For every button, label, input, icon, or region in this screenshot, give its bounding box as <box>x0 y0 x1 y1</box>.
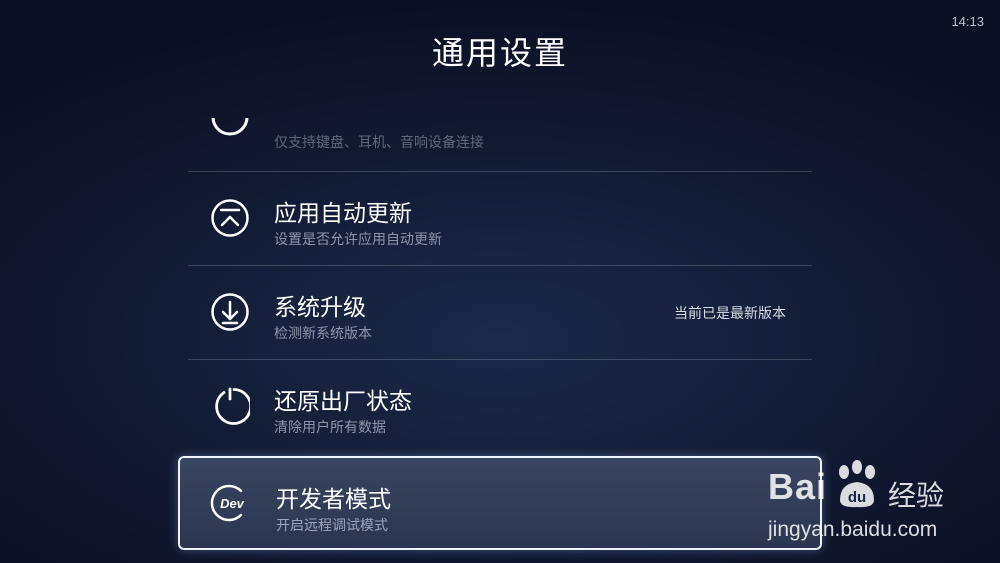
settings-item-device-connect[interactable]: 仅支持键盘、耳机、音响设备连接 <box>188 118 812 171</box>
settings-item-factory-reset[interactable]: 还原出厂状态 清除用户所有数据 <box>188 359 812 453</box>
watermark-logo: Bai <box>768 466 828 507</box>
settings-item-description: 清除用户所有数据 <box>274 420 386 436</box>
settings-item-label: 系统升级 <box>274 295 366 321</box>
settings-item-label: 开发者模式 <box>276 487 391 513</box>
settings-item-label: 应用自动更新 <box>274 201 412 227</box>
settings-item-auto-update[interactable]: 应用自动更新 设置是否允许应用自动更新 <box>188 171 812 265</box>
dev-icon: Dev <box>210 484 245 522</box>
settings-item-description: 设置是否允许应用自动更新 <box>274 232 442 248</box>
settings-item-system-upgrade[interactable]: 系统升级 检测新系统版本 当前已是最新版本 <box>188 265 812 359</box>
svg-text:Dev: Dev <box>220 496 245 511</box>
download-icon <box>211 293 249 331</box>
settings-item-label: 还原出厂状态 <box>274 389 412 415</box>
system-upgrade-status: 当前已是最新版本 <box>674 306 786 322</box>
settings-list: 仅支持键盘、耳机、音响设备连接 应用自动更新 设置是否允许应用自动更新 系统升级… <box>178 118 822 550</box>
status-clock: 14:13 <box>951 14 984 29</box>
svg-text:du: du <box>848 489 866 506</box>
restore-icon <box>215 387 250 425</box>
auto-update-icon <box>211 199 249 237</box>
device-icon <box>211 118 249 136</box>
page-title: 通用设置 <box>431 34 568 72</box>
settings-item-description: 检测新系统版本 <box>274 326 372 342</box>
settings-item-developer-mode[interactable]: Dev 开发者模式 开启远程调试模式 <box>178 456 822 550</box>
paw-icon: du <box>839 460 875 508</box>
watermark-url: jingyan.baidu.com <box>768 518 938 541</box>
baidu-watermark: Bai du 经验 jingyan.baidu.com <box>760 458 980 548</box>
settings-item-description: 仅支持键盘、耳机、音响设备连接 <box>274 135 484 151</box>
watermark-logo-suffix: 经验 <box>888 479 945 512</box>
settings-item-description: 开启远程调试模式 <box>276 518 388 534</box>
